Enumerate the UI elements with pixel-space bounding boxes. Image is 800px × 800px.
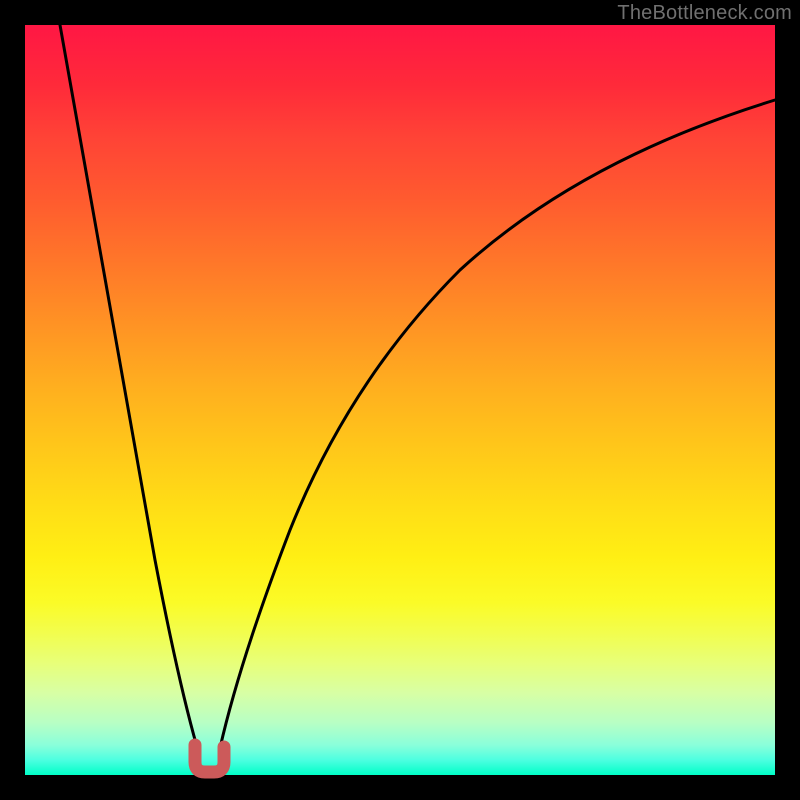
chart-frame: TheBottleneck.com (0, 0, 800, 800)
optimal-marker (195, 745, 224, 772)
curve-right-branch (220, 100, 775, 748)
curve-left-branch (60, 25, 197, 747)
bottleneck-curve (0, 0, 800, 800)
watermark-text: TheBottleneck.com (617, 2, 792, 25)
